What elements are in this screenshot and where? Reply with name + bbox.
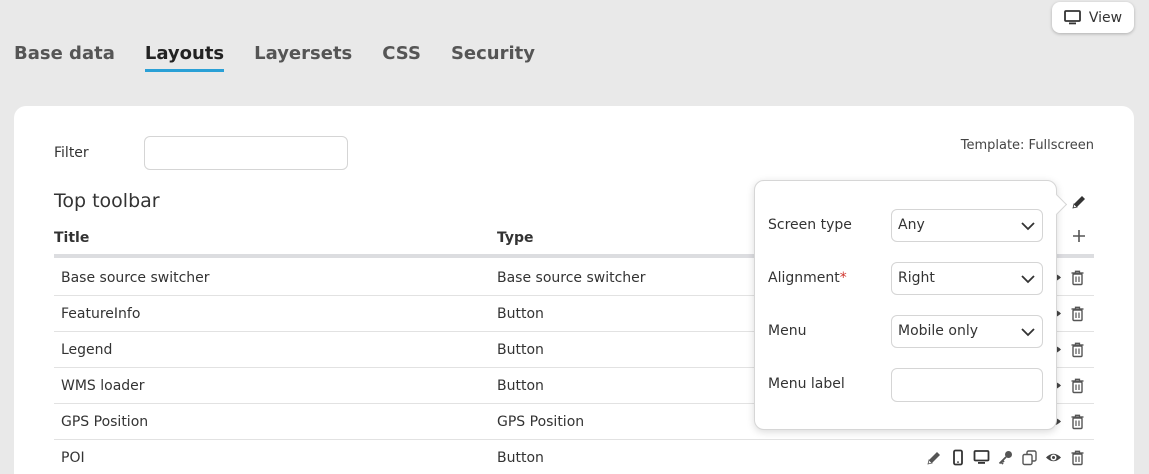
tab-security[interactable]: Security <box>451 43 535 72</box>
menu-label-field-label: Menu label <box>768 376 845 392</box>
template-label: Template: Fullscreen <box>960 138 1094 153</box>
row-title: WMS loader <box>61 378 145 394</box>
row-type: Button <box>497 342 544 358</box>
row-title: GPS Position <box>61 414 149 430</box>
menu-label-input[interactable] <box>891 368 1043 402</box>
menu-value: Mobile only <box>898 323 978 339</box>
trash-icon[interactable] <box>1069 341 1086 358</box>
screen-type-select[interactable]: Any <box>891 209 1043 242</box>
tab-layersets[interactable]: Layersets <box>254 43 352 72</box>
add-icon[interactable] <box>1071 228 1087 244</box>
alignment-label: Alignment* <box>768 270 847 286</box>
desktop-icon[interactable] <box>973 449 990 466</box>
menu-select[interactable]: Mobile only <box>891 315 1043 348</box>
key-icon[interactable] <box>997 449 1014 466</box>
row-type: Button <box>497 306 544 322</box>
edit-icon[interactable] <box>925 449 942 466</box>
view-button-label: View <box>1088 9 1123 26</box>
tab-base-data[interactable]: Base data <box>14 43 115 72</box>
trash-icon[interactable] <box>1069 305 1086 322</box>
screen-type-label: Screen type <box>768 217 852 233</box>
chevron-down-icon <box>1021 275 1035 284</box>
table-row: POI Button <box>54 440 1094 474</box>
filter-input[interactable] <box>144 136 348 170</box>
trash-icon[interactable] <box>1069 269 1086 286</box>
monitor-icon <box>1063 10 1081 25</box>
row-type: GPS Position <box>497 414 585 430</box>
row-type: Button <box>497 378 544 394</box>
tab-css[interactable]: CSS <box>382 43 421 72</box>
row-title: Legend <box>61 342 113 358</box>
row-title: Base source switcher <box>61 270 210 286</box>
row-title: POI <box>61 450 85 466</box>
chevron-down-icon <box>1021 222 1035 231</box>
filter-label: Filter <box>54 145 89 161</box>
alignment-value: Right <box>898 270 935 286</box>
edit-section-icon[interactable] <box>1071 194 1087 210</box>
screen-type-value: Any <box>898 217 925 233</box>
column-header-title: Title <box>54 230 90 246</box>
row-type: Button <box>497 450 544 466</box>
tab-layouts[interactable]: Layouts <box>144 43 225 72</box>
copy-icon[interactable] <box>1021 449 1038 466</box>
required-mark: * <box>839 270 847 286</box>
trash-icon[interactable] <box>1069 377 1086 394</box>
trash-icon[interactable] <box>1069 413 1086 430</box>
section-title: Top toolbar <box>54 190 160 212</box>
menu-label: Menu <box>768 323 807 339</box>
row-actions <box>925 449 1086 466</box>
tab-bar: Base data Layouts Layersets CSS Security <box>14 43 535 72</box>
trash-icon[interactable] <box>1069 449 1086 466</box>
eye-icon[interactable] <box>1045 449 1062 466</box>
row-type: Base source switcher <box>497 270 646 286</box>
alignment-select[interactable]: Right <box>891 262 1043 295</box>
view-button[interactable]: View <box>1052 2 1134 33</box>
row-title: FeatureInfo <box>61 306 141 322</box>
item-settings-popover: Screen type Any Alignment* Right Menu Mo… <box>754 180 1057 430</box>
mobile-icon[interactable] <box>949 449 966 466</box>
alignment-label-text: Alignment <box>768 270 840 286</box>
chevron-down-icon <box>1021 328 1035 337</box>
column-header-type: Type <box>497 230 534 246</box>
